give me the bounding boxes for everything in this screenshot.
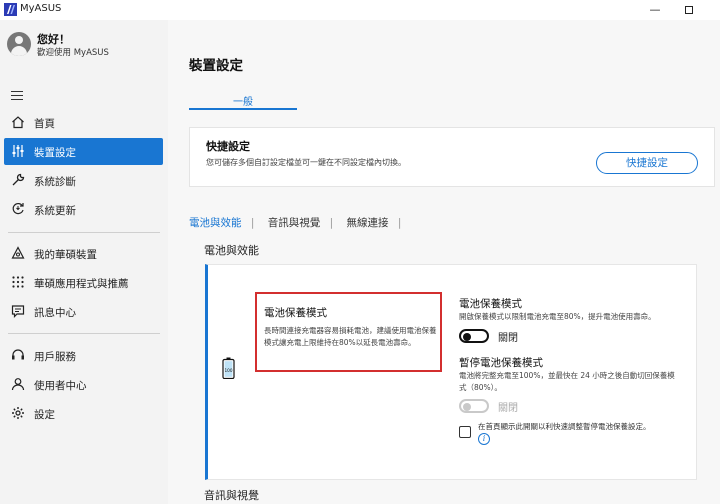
battery-care-card: 100 電池保養模式 長時間連接充電器容易損耗電池，建議使用電池保養模式讓充電上… [205, 264, 697, 480]
greeting: 您好！ [37, 33, 70, 46]
maximize-button[interactable] [674, 1, 704, 18]
section-link-wireless[interactable]: 無線連接 [346, 217, 388, 229]
quick-settings-desc: 您可儲存多個自訂設定檔並可一鍵在不同設定檔內切換。 [206, 158, 406, 167]
sidebar: 您好！ 歡迎使用 MyASUS 首頁 裝置設定 系統診斷 系統更新 我的華碩裝置… [0, 20, 168, 504]
quick-settings-title: 快捷設定 [206, 140, 250, 153]
care-mode-desc: 開啟保養模式以限制電池充電至80%，提升電池使用壽命。 [459, 312, 656, 321]
battery-icon: 100 [222, 357, 235, 379]
sidebar-item-system-update[interactable]: 系統更新 [4, 196, 163, 223]
quick-settings-card: 快捷設定 您可儲存多個自訂設定檔並可一鍵在不同設定檔內切換。 快捷設定 [189, 127, 715, 187]
gear-icon [12, 407, 24, 419]
update-icon [12, 202, 24, 215]
sidebar-item-label: 首頁 [34, 118, 55, 130]
sidebar-item-settings[interactable]: 設定 [4, 400, 163, 427]
message-icon [11, 305, 25, 318]
home-icon [12, 116, 24, 129]
wrench-icon [12, 173, 25, 186]
app-title: MyASUS [20, 3, 62, 14]
sidebar-divider [8, 333, 160, 334]
tab-general[interactable]: 一般 [189, 93, 297, 108]
pause-mode-toggle[interactable] [459, 399, 489, 413]
nav-separator: | [250, 217, 255, 229]
show-on-home-label: 在首頁顯示此開關以利快速調整暫停電池保養設定。 [478, 422, 651, 431]
user-icon [11, 378, 25, 391]
quick-settings-button[interactable]: 快捷設定 [596, 152, 698, 174]
sidebar-item-message-center[interactable]: 訊息中心 [4, 298, 163, 325]
svg-text:100: 100 [225, 368, 233, 373]
nav-separator: | [397, 217, 402, 229]
pause-mode-toggle-label: 關閉 [498, 403, 518, 414]
sidebar-item-customer-service[interactable]: 用戶服務 [4, 342, 163, 369]
highlight-title: 電池保養模式 [264, 307, 327, 319]
sidebar-item-device-settings[interactable]: 裝置設定 [4, 138, 163, 165]
care-mode-toggle[interactable] [459, 329, 489, 343]
devices-icon [11, 246, 25, 259]
sidebar-item-label: 訊息中心 [34, 307, 76, 319]
welcome-text: 歡迎使用 MyASUS [37, 48, 109, 58]
pause-mode-desc: 電池將完整充電至100%，並最快在 24 小時之後自動切回保養模式（80%）。 [459, 371, 675, 392]
sidebar-item-diagnosis[interactable]: 系統診斷 [4, 167, 163, 194]
sidebar-item-label: 華碩應用程式與推薦 [34, 278, 129, 290]
highlight-desc: 長時間連接充電器容易損耗電池，建議使用電池保養模式讓充電上限維持在80%以延長電… [264, 326, 437, 347]
sidebar-item-label: 裝置設定 [34, 147, 76, 159]
section-link-battery[interactable]: 電池與效能 [189, 217, 242, 229]
sidebar-item-label: 設定 [34, 409, 55, 421]
main-content: 裝置設定 一般 快捷設定 您可儲存多個自訂設定檔並可一鍵在不同設定檔內切換。 快… [168, 20, 720, 504]
headset-icon [12, 349, 24, 360]
care-mode-title: 電池保養模式 [459, 298, 522, 310]
menu-icon[interactable] [11, 91, 23, 100]
sidebar-item-user-center[interactable]: 使用者中心 [4, 371, 163, 398]
section-link-audio[interactable]: 音訊與視覺 [268, 217, 321, 229]
info-icon[interactable]: i [478, 433, 490, 445]
pause-mode-title: 暫停電池保養模式 [459, 357, 543, 369]
care-mode-toggle-label: 關閉 [498, 333, 518, 344]
sidebar-item-label: 系統更新 [34, 205, 76, 217]
sidebar-item-home[interactable]: 首頁 [4, 109, 163, 136]
sliders-icon [12, 145, 24, 157]
myasus-logo-icon [4, 3, 17, 16]
sidebar-item-label: 我的華碩裝置 [34, 249, 97, 261]
section-nav: 電池與效能 | 音訊與視覺 | 無線連接 | [189, 215, 411, 230]
tab-indicator [189, 108, 297, 110]
nav-separator: | [329, 217, 334, 229]
section-title-battery: 電池與效能 [204, 244, 259, 257]
battery-care-highlight: 電池保養模式 長時間連接充電器容易損耗電池，建議使用電池保養模式讓充電上限維持在… [255, 292, 442, 372]
sidebar-item-label: 系統診斷 [34, 176, 76, 188]
sidebar-divider [8, 232, 160, 233]
sidebar-item-label: 用戶服務 [34, 351, 76, 363]
section-title-audio: 音訊與視覺 [204, 489, 259, 502]
page-title: 裝置設定 [189, 58, 243, 74]
avatar[interactable] [7, 32, 31, 56]
minimize-button[interactable]: — [640, 1, 670, 18]
sidebar-item-my-devices[interactable]: 我的華碩裝置 [4, 240, 163, 267]
sidebar-item-label: 使用者中心 [34, 380, 87, 392]
title-bar: MyASUS — [0, 0, 720, 20]
sidebar-item-apps[interactable]: 華碩應用程式與推薦 [4, 269, 163, 296]
apps-grid-icon [12, 276, 24, 288]
show-on-home-checkbox[interactable] [459, 426, 471, 438]
